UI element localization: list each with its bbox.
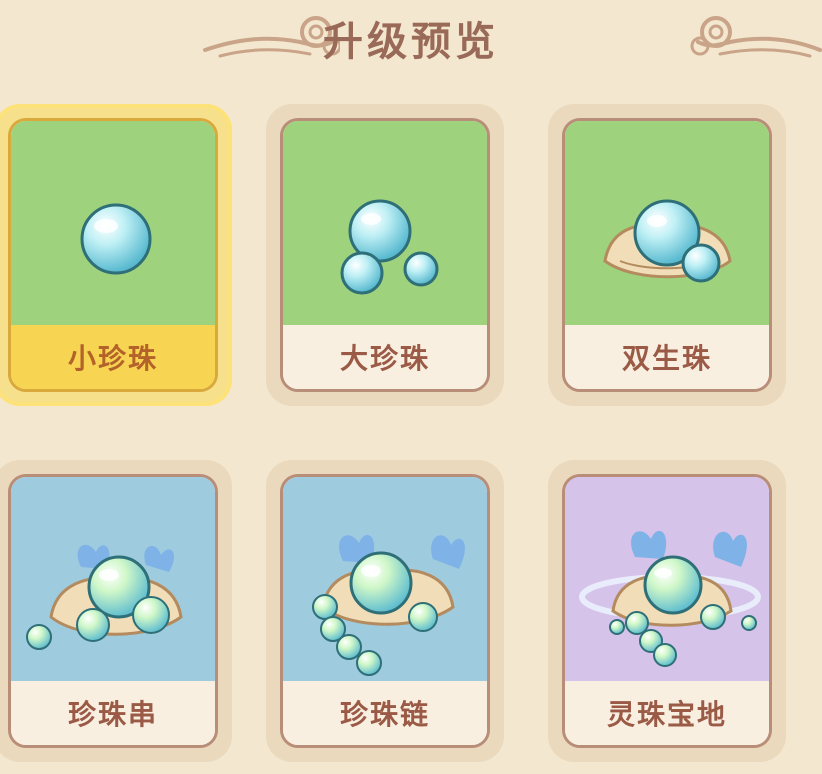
card-label: 灵珠宝地 bbox=[606, 698, 727, 731]
card-art bbox=[283, 477, 487, 681]
card-art bbox=[565, 477, 769, 681]
big-pearl-icon bbox=[340, 199, 439, 295]
card-label: 珍珠链 bbox=[339, 698, 430, 731]
upgrade-card-small-pearl[interactable]: 小珍珠 bbox=[0, 104, 232, 406]
pearl-chain-shell-icon bbox=[312, 534, 465, 676]
upgrade-card-pearl-chain[interactable]: 珍珠链 bbox=[266, 460, 504, 762]
upgrade-card-big-pearl[interactable]: 大珍珠 bbox=[266, 104, 504, 406]
card-label-bar: 珍珠串 bbox=[11, 681, 215, 745]
card-label-bar: 双生珠 bbox=[565, 325, 769, 389]
upgrade-preview-screen: 升级预览 小珍珠 大珍珠 双生珠 珍珠串 珍珠链 灵珠宝地 bbox=[0, 0, 822, 774]
header: 升级预览 bbox=[0, 0, 822, 96]
upgrade-card-spirit-pearl-treasure[interactable]: 灵珠宝地 bbox=[548, 460, 786, 762]
upgrade-card-twin-pearl[interactable]: 双生珠 bbox=[548, 104, 786, 406]
card-label: 珍珠串 bbox=[67, 698, 158, 731]
spirit-pearl-treasure-icon bbox=[579, 530, 761, 667]
upgrade-card-pearl-string[interactable]: 珍珠串 bbox=[0, 460, 232, 762]
small-pearl-icon bbox=[80, 203, 152, 275]
pearl-string-shell-icon bbox=[26, 544, 183, 650]
card-art bbox=[283, 121, 487, 325]
card-label: 小珍珠 bbox=[67, 342, 158, 375]
cloud-ornament-icon bbox=[690, 16, 822, 58]
twin-pearl-shell-icon bbox=[603, 199, 732, 283]
card-label-bar: 大珍珠 bbox=[283, 325, 487, 389]
card-label-bar: 珍珠链 bbox=[283, 681, 487, 745]
card-label: 双生珠 bbox=[621, 342, 712, 375]
card-art bbox=[11, 477, 215, 681]
card-label-bar: 灵珠宝地 bbox=[565, 681, 769, 745]
card-art bbox=[565, 121, 769, 325]
card-label-bar: 小珍珠 bbox=[11, 325, 215, 389]
card-art bbox=[11, 121, 215, 325]
card-label: 大珍珠 bbox=[339, 342, 430, 375]
